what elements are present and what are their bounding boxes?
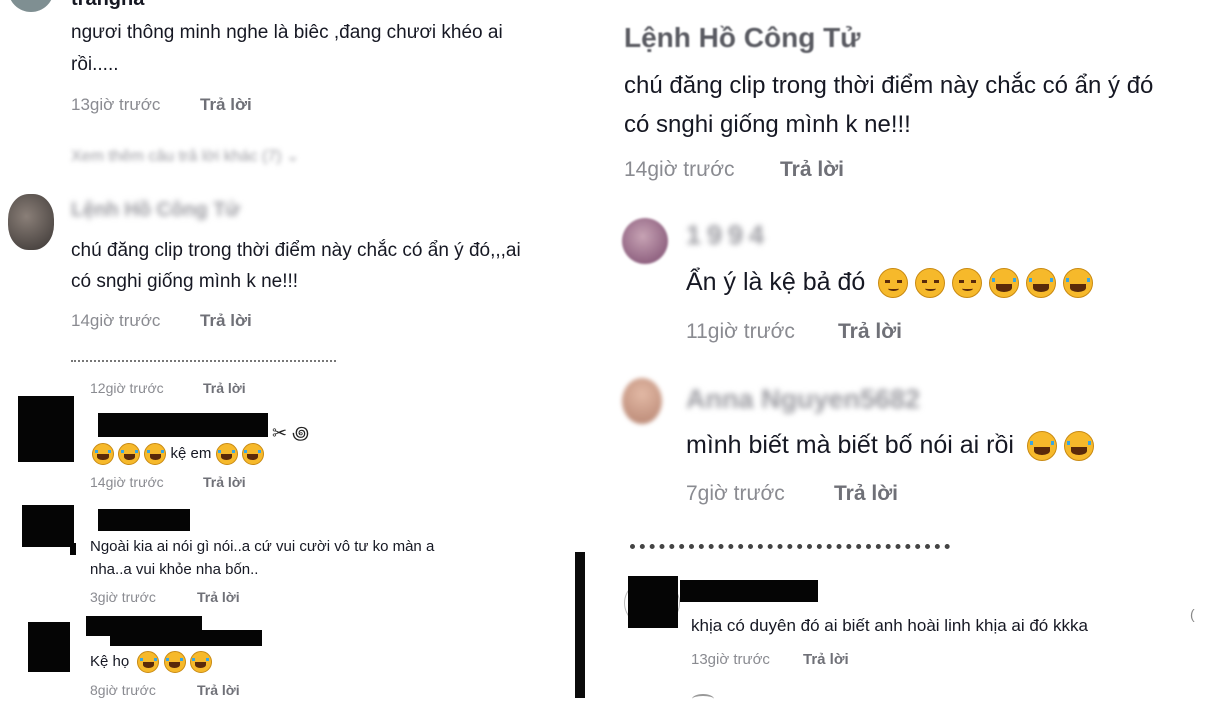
commenter-name[interactable]: Lệnh Hồ Công Tử <box>71 199 240 222</box>
scribble-decoration: ✂ ꩜ <box>272 423 310 443</box>
comment-text: Ẩn ý là kệ bả đó <box>686 268 1094 299</box>
comment-text: Ngoài kia ai nói gì nói..a cứ vui cười v… <box>90 538 435 555</box>
avatar[interactable] <box>622 218 668 264</box>
face-with-tears-of-joy-icon <box>1026 431 1057 462</box>
reply-button[interactable]: Trả lời <box>197 589 240 605</box>
comment-text-body: kệ em <box>170 444 212 462</box>
timestamp: 11giờ trước <box>686 320 795 343</box>
face-with-tears-of-joy-icon <box>189 651 212 673</box>
timestamp: 12giờ trước <box>90 380 164 396</box>
commenter-name[interactable]: Anna Nguyen5682 <box>686 384 920 415</box>
reply-button[interactable]: Trả lời <box>200 311 252 331</box>
timestamp: 8giờ trước <box>90 682 156 698</box>
cut-text-fragment: ( <box>1190 606 1195 622</box>
redacted-name <box>98 413 268 437</box>
comment-text: nha..a vui khỏe nha bốn.. <box>90 561 259 578</box>
reply-button[interactable]: Trả lời <box>780 158 844 182</box>
pensive-face-icon <box>878 268 909 299</box>
timestamp: 3giờ trước <box>90 589 156 605</box>
face-with-tears-of-joy-icon <box>118 443 141 465</box>
reply-button[interactable]: Trả lời <box>834 482 898 506</box>
face-with-tears-of-joy-icon <box>92 443 114 465</box>
redacted-name <box>110 630 262 646</box>
comment-text: chú đăng clip trong thời điểm này chắc c… <box>624 72 1154 99</box>
cut-text-fragment <box>692 694 714 704</box>
pensive-face-icon <box>952 268 983 299</box>
cut-text-fragment <box>71 360 336 368</box>
redacted-avatar <box>18 396 74 462</box>
redaction-mark <box>70 543 76 555</box>
view-more-label: Xem thêm câu trả lời khác (7) <box>71 148 282 165</box>
timestamp: 14giờ trước <box>71 311 161 330</box>
comment-text: có snghi giống mình k ne!!! <box>624 111 911 138</box>
avatar[interactable] <box>622 378 662 424</box>
avatar[interactable] <box>8 194 54 250</box>
redacted-avatar <box>628 576 678 628</box>
chevron-down-icon: ⌄ <box>286 148 300 165</box>
face-with-tears-of-joy-icon <box>1063 431 1094 462</box>
face-with-tears-of-joy-icon <box>137 651 160 673</box>
reply-button[interactable]: Trả lời <box>803 651 849 668</box>
comment-text: có snghi giống mình k ne!!! <box>71 271 299 292</box>
face-with-tears-of-joy-icon <box>1026 268 1057 299</box>
redacted-avatar <box>22 505 74 547</box>
timestamp: 14giờ trước <box>90 474 164 490</box>
comment-text: kệ em <box>92 443 264 465</box>
comment-text-body: Ẩn ý là kệ bả đó <box>686 268 866 296</box>
comment-text: mình biết mà biết bố nói ai rồi <box>686 431 1094 462</box>
commenter-name[interactable]: trangha <box>71 0 144 11</box>
redacted-name <box>98 509 190 531</box>
face-with-tears-of-joy-icon <box>163 651 186 673</box>
face-with-tears-of-joy-icon <box>241 443 264 465</box>
comment-text: Kệ họ <box>90 651 212 673</box>
reply-button[interactable]: Trả lời <box>200 95 252 115</box>
timestamp: 7giờ trước <box>686 482 785 505</box>
reply-button[interactable]: Trả lời <box>203 474 246 490</box>
comment-text: khịa có duyên đó ai biết anh hoài linh k… <box>691 616 1088 635</box>
timestamp: 13giờ trước <box>71 95 161 114</box>
avatar[interactable] <box>8 0 54 12</box>
comment-text: chú đăng clip trong thời điểm này chắc c… <box>71 240 521 261</box>
comment-text: ngươi thông minh nghe là biêc ,đang chươ… <box>71 22 503 43</box>
redacted-avatar <box>28 622 70 672</box>
commenter-name[interactable]: Lệnh Hồ Công Tử <box>624 22 860 54</box>
view-more-replies[interactable]: Xem thêm câu trả lời khác (7) ⌄ <box>71 146 299 166</box>
comment-text-body: mình biết mà biết bố nói ai rồi <box>686 431 1014 459</box>
cut-text-fragment <box>630 544 950 559</box>
face-with-tears-of-joy-icon <box>989 268 1020 299</box>
comment-text: rồi..... <box>71 54 119 75</box>
face-with-tears-of-joy-icon <box>144 443 167 465</box>
commenter-name[interactable]: 1994 <box>686 220 770 251</box>
face-with-tears-of-joy-icon <box>215 443 238 465</box>
redacted-name <box>680 580 818 602</box>
pensive-face-icon <box>915 268 946 299</box>
reply-button[interactable]: Trả lời <box>197 682 240 698</box>
reply-button[interactable]: Trả lời <box>838 320 902 344</box>
reply-button[interactable]: Trả lời <box>203 380 246 396</box>
timestamp: 14giờ trước <box>624 158 735 181</box>
comment-text-body: Kệ họ <box>90 652 130 670</box>
panel-left-border <box>575 552 585 698</box>
face-with-tears-of-joy-icon <box>1063 268 1094 299</box>
timestamp: 13giờ trước <box>691 651 770 668</box>
